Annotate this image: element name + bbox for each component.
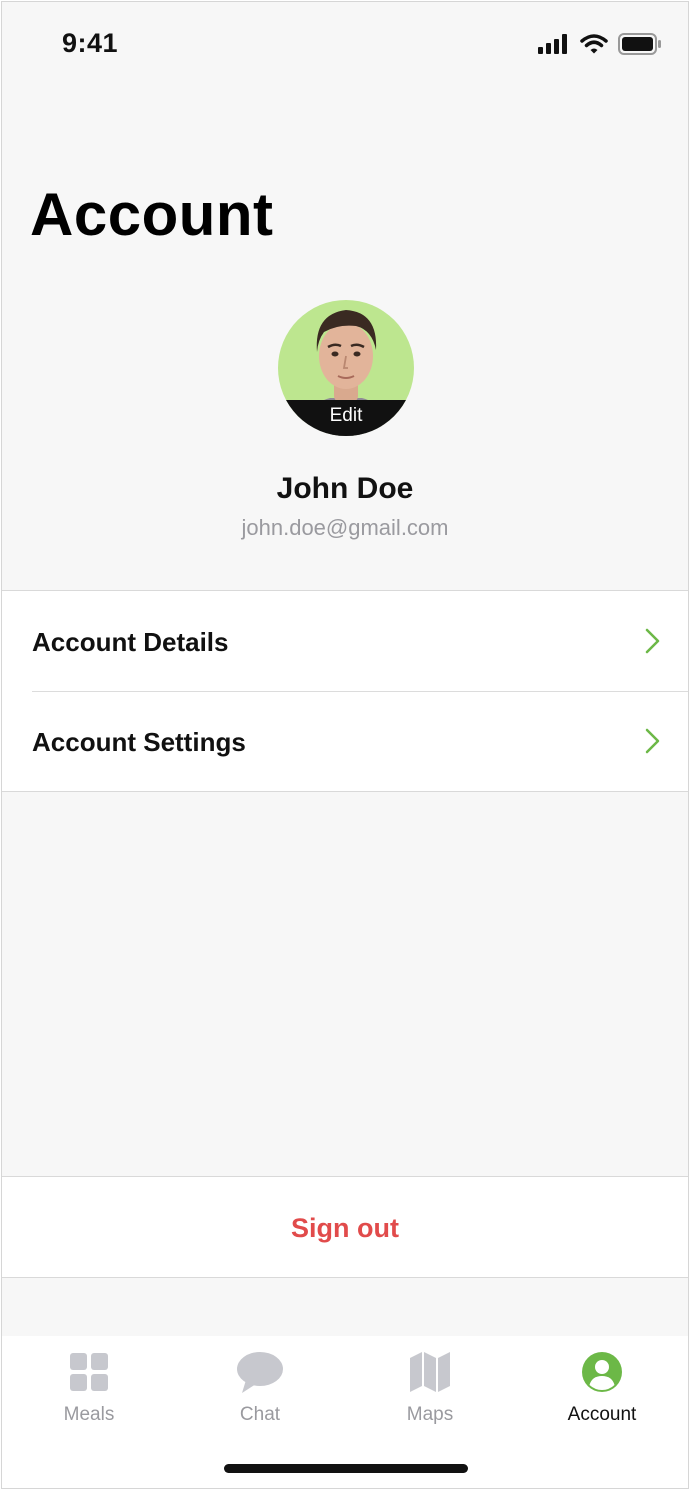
tab-maps-label: Maps [406, 1404, 454, 1425]
page-title: Account [30, 181, 274, 248]
tab-chat[interactable]: Chat [190, 1350, 330, 1430]
home-indicator [224, 1464, 468, 1473]
sign-out-label: Sign out [291, 1213, 399, 1243]
avatar-edit-label[interactable]: Edit [278, 400, 414, 436]
tab-chat-label: Chat [239, 1404, 281, 1425]
tab-meals-label: Meals [63, 1404, 115, 1425]
chat-bubble-icon [237, 1352, 283, 1393]
tab-meals[interactable]: Meals [19, 1350, 159, 1430]
account-details-row[interactable]: Account Details [2, 591, 688, 691]
map-icon [410, 1352, 450, 1392]
user-name: John Doe [276, 472, 414, 505]
sign-out-button[interactable]: Sign out [2, 1176, 688, 1278]
account-details-label: Account Details [32, 627, 229, 657]
user-circle-icon [582, 1352, 622, 1392]
tab-maps[interactable]: Maps [360, 1350, 500, 1430]
tab-account[interactable]: Account [532, 1350, 672, 1430]
phone-screen: 9:41 Account Edit John Doe john.doe@gmai… [1, 1, 689, 1489]
user-email: john.doe@gmail.com [241, 515, 449, 540]
chevron-right-icon [645, 628, 660, 654]
battery-icon [618, 32, 662, 60]
wifi-icon [580, 33, 608, 60]
account-settings-label: Account Settings [32, 727, 246, 757]
chevron-right-icon [645, 728, 660, 754]
tab-bar: Meals Chat Maps Account [2, 1336, 688, 1488]
signal-icon [538, 33, 570, 59]
grid-icon [70, 1353, 108, 1391]
avatar[interactable]: Edit [278, 300, 414, 436]
account-menu-list: Account Details Account Settings [2, 590, 688, 792]
status-time: 9:41 [62, 28, 119, 58]
tab-account-label: Account [567, 1404, 637, 1425]
status-icons [538, 32, 662, 60]
account-settings-row[interactable]: Account Settings [2, 691, 688, 791]
